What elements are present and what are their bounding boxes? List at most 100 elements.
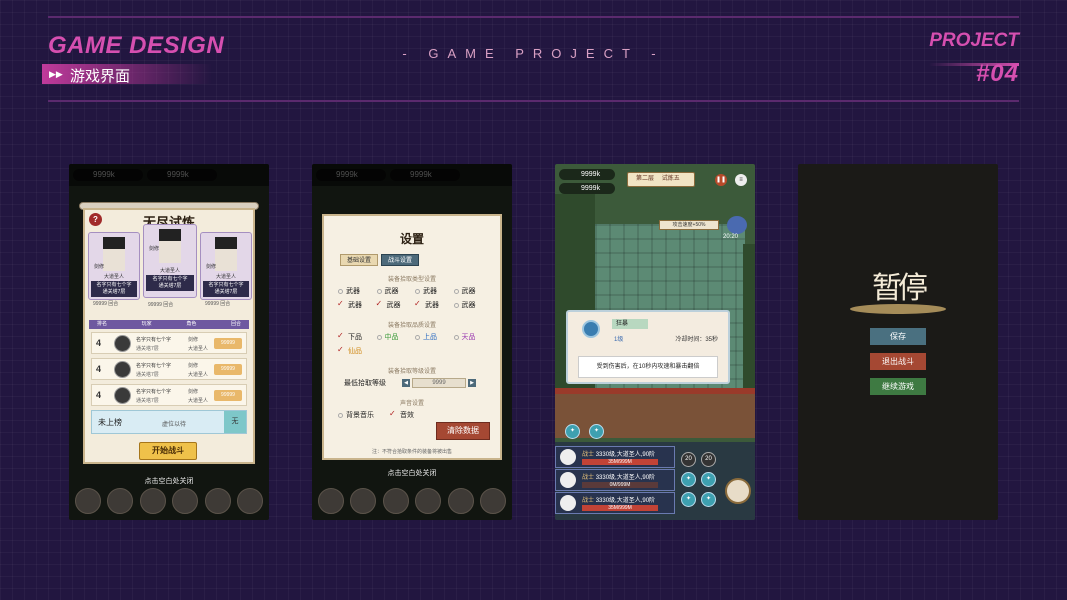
sound-option-music[interactable]: 背景音乐: [338, 410, 374, 420]
level-input[interactable]: 9999: [412, 378, 466, 388]
project-label: PROJECT: [929, 30, 1019, 51]
hp-bar: 35M/999M: [582, 459, 658, 465]
clear-data-button[interactable]: 清除数据: [436, 422, 490, 440]
row-name: 名字只有七个字: [136, 389, 172, 395]
type-option[interactable]: 武器: [453, 300, 493, 310]
resource-value: 9999k: [581, 171, 601, 178]
nav-slot-icon[interactable]: [75, 488, 101, 514]
quality-option[interactable]: 上品: [415, 332, 454, 342]
row-name: 名字只有七个字: [136, 363, 172, 369]
type-option[interactable]: 武器: [376, 286, 416, 296]
save-button[interactable]: 保存: [870, 328, 926, 345]
pause-icon[interactable]: ❚❚: [715, 174, 727, 186]
type-option[interactable]: 武器: [338, 286, 377, 296]
row-rank-label: 大道圣人: [188, 372, 209, 378]
quality-option[interactable]: 仙品: [337, 345, 377, 356]
role-label: 剑修: [148, 246, 159, 252]
start-battle-button[interactable]: 开始战斗: [139, 442, 197, 460]
screen-pause: 暂停 保存 退出战斗 继续游戏: [798, 164, 998, 520]
close-hint: 点击空白处关闭: [144, 478, 194, 485]
nav-slot-icon[interactable]: [382, 488, 409, 514]
skill-cooldown: 冷却时间：35秒: [675, 337, 718, 343]
boss-icon[interactable]: [727, 216, 747, 234]
exit-battle-button[interactable]: 退出战斗: [870, 353, 926, 370]
skill-slot-icon[interactable]: ✦: [701, 472, 716, 487]
podium-card[interactable]: 大道圣人 名字只有七个字 通关塔7层 99999 回合 剑修: [143, 224, 197, 308]
section-level-title: 装备拾取等级设置: [387, 369, 436, 375]
nav-slot-icon[interactable]: [479, 488, 506, 514]
arrow-right-icon[interactable]: ▶: [468, 379, 476, 387]
nav-slot-icon[interactable]: [318, 488, 344, 514]
nav-slot-icon[interactable]: [172, 488, 199, 514]
radio-icon: [453, 288, 459, 294]
tab-basic-settings[interactable]: 基础设置: [340, 254, 379, 266]
card-score: 99999 回合: [93, 301, 119, 307]
skill-slot-icon[interactable]: ✦: [589, 424, 604, 439]
option-label: 武器: [348, 302, 362, 309]
row-rank: 4: [96, 390, 102, 400]
podium-card[interactable]: 大道圣人 名字只有七个字 通关塔7层 99999 回合 剑修: [200, 232, 252, 307]
type-option[interactable]: 武器: [414, 299, 454, 310]
table-row[interactable]: 4 名字只有七个字 通关塔7层 剑修 大道圣人 99999: [91, 358, 247, 380]
nav-slot-icon[interactable]: [350, 488, 377, 514]
skill-counter[interactable]: 20: [701, 452, 716, 467]
skill-icon: [582, 320, 600, 338]
nav-slot-icon[interactable]: [204, 488, 231, 514]
screen-settings: 9999k 9999k 设置 基础设置 战斗设置 装备拾取类型设置 武器 武器 …: [312, 164, 512, 520]
table-header: 排名 玩家 角色 回合: [89, 320, 249, 329]
header-top-rule: [48, 16, 1019, 18]
avatar: [560, 449, 576, 465]
avatar: [560, 472, 576, 488]
level-label: 最低拾取等级: [344, 380, 386, 387]
row-floors: 通关塔7层: [136, 372, 159, 378]
rank-label: 大道圣人: [215, 274, 236, 280]
table-row[interactable]: 4 名字只有七个字 通关塔7层 剑修 大道圣人 99999: [91, 332, 247, 354]
option-label: 武器: [386, 302, 401, 309]
party-member[interactable]: 战士 3330级,大道圣人,90阶 35M/999M: [555, 492, 675, 514]
skill-slot-icon[interactable]: ✦: [681, 472, 696, 487]
option-label: 武器: [461, 288, 476, 295]
quality-option[interactable]: 天品: [453, 332, 493, 342]
menu-icon[interactable]: ≡: [735, 174, 747, 186]
arrow-left-icon[interactable]: ◀: [402, 379, 410, 387]
nav-slot-icon[interactable]: [107, 488, 134, 514]
quality-option[interactable]: 下品: [337, 331, 377, 342]
quality-grid: 下品 中品 上品 天品 仙品: [337, 331, 493, 356]
nav-slot-icon[interactable]: [236, 488, 263, 514]
type-option[interactable]: 武器: [337, 299, 377, 310]
play-arrows-icon: ▶▶: [49, 69, 63, 79]
option-label: 武器: [425, 302, 439, 309]
project-number: #04: [975, 60, 1019, 87]
option-label: 武器: [423, 288, 437, 295]
type-option[interactable]: 武器: [453, 286, 493, 296]
skill-slot-icon[interactable]: ✦: [681, 492, 696, 507]
option-label: 背景音乐: [346, 412, 374, 419]
skill-slot-icon[interactable]: ✦: [701, 492, 716, 507]
nav-slot-icon[interactable]: [415, 488, 442, 514]
hero-portrait[interactable]: [725, 478, 751, 504]
row-name: 名字只有七个字: [136, 337, 172, 343]
party-member[interactable]: 战士 3330级,大道圣人,90阶 0M/999M: [555, 469, 675, 491]
settings-panel: 设置 基础设置 战斗设置 装备拾取类型设置 武器 武器 武器 武器 武器 武器 …: [322, 214, 502, 460]
attack-speed-badge: 攻击速度+50%: [659, 220, 719, 230]
table-row[interactable]: 4 名字只有七个字 通关塔7层 剑修 大道圣人 99999: [91, 384, 247, 406]
skill-slot-icon[interactable]: ✦: [565, 424, 580, 439]
col-rounds: 回合: [230, 321, 241, 327]
radio-icon: [376, 288, 382, 294]
nav-slot-icon[interactable]: [447, 488, 474, 514]
nav-slot-icon[interactable]: [139, 488, 166, 514]
type-option[interactable]: 武器: [376, 299, 416, 310]
quality-option[interactable]: 中品: [376, 332, 416, 342]
bottom-nav: [318, 488, 506, 514]
sound-option-sfx[interactable]: 音效: [389, 409, 414, 420]
avatar: [114, 335, 131, 352]
type-option[interactable]: 武器: [415, 286, 454, 296]
row-floors: 通关塔7层: [136, 346, 159, 352]
podium-card[interactable]: 大道圣人 名字只有七个字 通关塔7层 99999 回合 剑修: [88, 232, 140, 307]
check-icon: [337, 299, 345, 309]
rank-label: 大道圣人: [103, 274, 124, 280]
party-member[interactable]: 战士 3330级,大道圣人,90阶 35M/999M: [555, 446, 675, 468]
skill-counter[interactable]: 20: [681, 452, 696, 467]
continue-game-button[interactable]: 继续游戏: [870, 378, 926, 395]
tab-battle-settings[interactable]: 战斗设置: [381, 254, 420, 266]
